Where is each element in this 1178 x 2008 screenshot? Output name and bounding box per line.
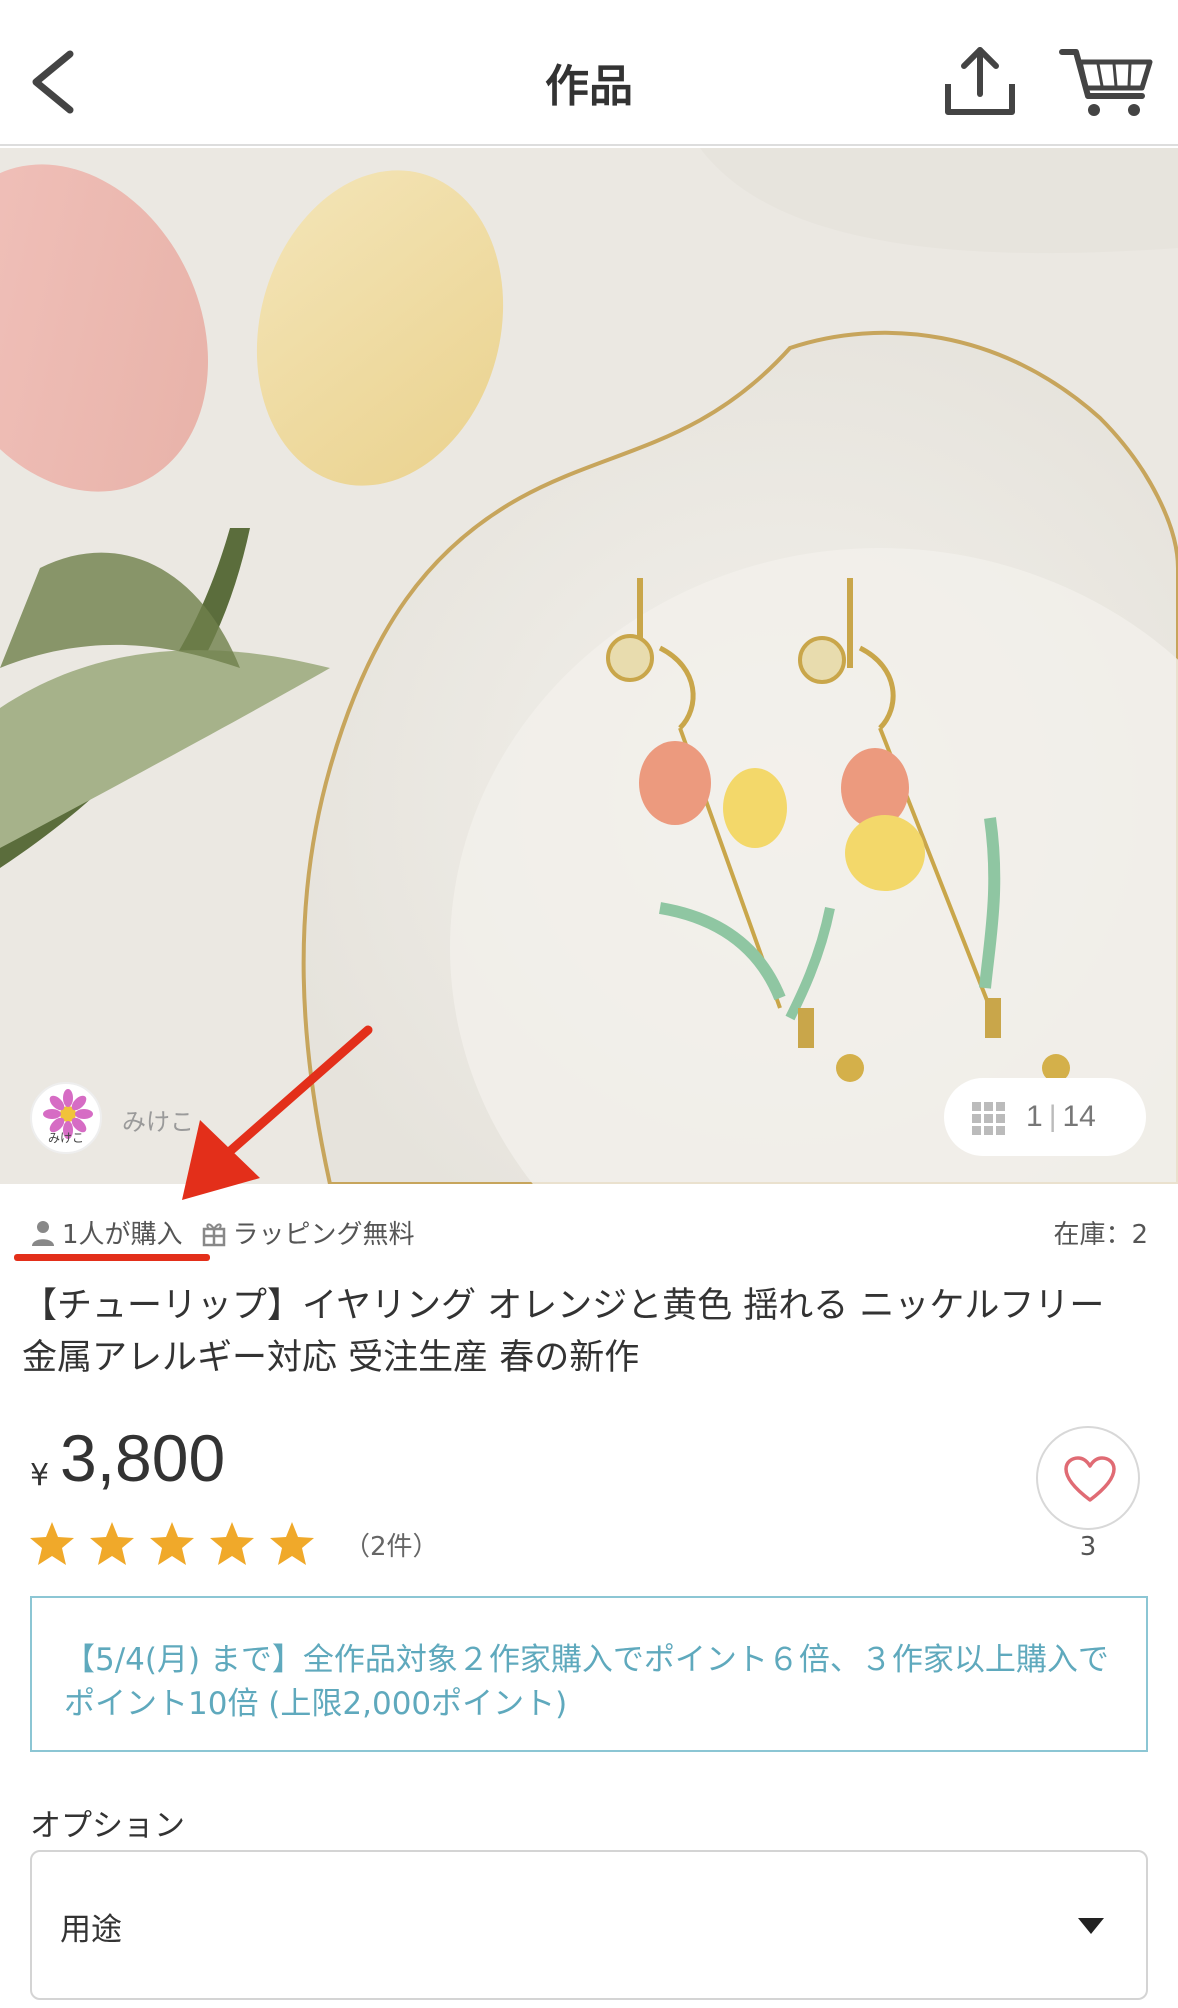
top-nav-bar: 作品 (0, 0, 1178, 146)
point-campaign-banner[interactable]: 【5/4(月) まで】全作品対象２作家購入でポイント６倍、３作家以上購入でポイン… (30, 1596, 1148, 1752)
product-photo (0, 148, 1178, 1184)
star-icon (210, 1522, 254, 1565)
review-count[interactable]: （2件） (344, 1526, 439, 1563)
rating[interactable]: （2件） (28, 1516, 439, 1572)
image-counter-button[interactable]: 1 | 14 (944, 1078, 1146, 1156)
star-icon (90, 1522, 134, 1565)
product-image-carousel[interactable]: みけこ みけこ 1 | 14 (0, 148, 1178, 1184)
purchase-count: 1人が購入 (62, 1220, 183, 1250)
grid-icon (972, 1102, 1005, 1135)
shop-avatar-label: みけこ (47, 1131, 84, 1145)
heart-icon (1064, 1456, 1116, 1502)
option-label: オプション (30, 1808, 185, 1844)
gift-icon (202, 1222, 225, 1246)
stock-count: 在庫：2 (1053, 1220, 1148, 1250)
favorite-button[interactable] (1036, 1426, 1140, 1530)
star-icon (270, 1522, 314, 1565)
favorite-count: 3 (1079, 1532, 1097, 1562)
image-total: 14 (1062, 1100, 1096, 1133)
caret-down-icon (1078, 1918, 1104, 1934)
price-value: 3,800 (60, 1421, 226, 1495)
option-selected-value: 用途 (60, 1912, 122, 1948)
product-title: 【チューリップ】イヤリング オレンジと黄色 揺れる ニッケルフリー 金属アレルギ… (22, 1286, 1105, 1378)
image-index: 1 (1026, 1100, 1043, 1133)
free-wrapping: ラッピング無料 (232, 1220, 415, 1250)
annotation-underline (14, 1254, 210, 1261)
share-button[interactable] (940, 40, 1020, 120)
person-icon (32, 1220, 54, 1246)
product-meta-row: 1人が購入 ラッピング無料 在庫：2 (30, 1214, 1148, 1254)
cart-button[interactable] (1058, 40, 1156, 120)
star-icon (150, 1522, 194, 1565)
meta-left: 1人が購入 ラッピング無料 (30, 1214, 415, 1251)
counter-divider: | (1048, 1100, 1057, 1133)
shop-avatar[interactable]: みけこ (30, 1082, 102, 1154)
image-counter-text: 1 | 14 (1026, 1100, 1096, 1134)
cart-icon (1059, 49, 1153, 116)
product-page: 作品 みけこ みけこ 1 | 14 1人が購入 ラッピング無料 在庫：2 【チュ… (0, 0, 1178, 2008)
shop-name[interactable]: みけこ (122, 1102, 194, 1137)
price-currency: ¥ (30, 1458, 50, 1493)
share-icon (945, 47, 1015, 115)
option-select[interactable]: 用途 (30, 1850, 1148, 2000)
star-icon (30, 1522, 74, 1565)
